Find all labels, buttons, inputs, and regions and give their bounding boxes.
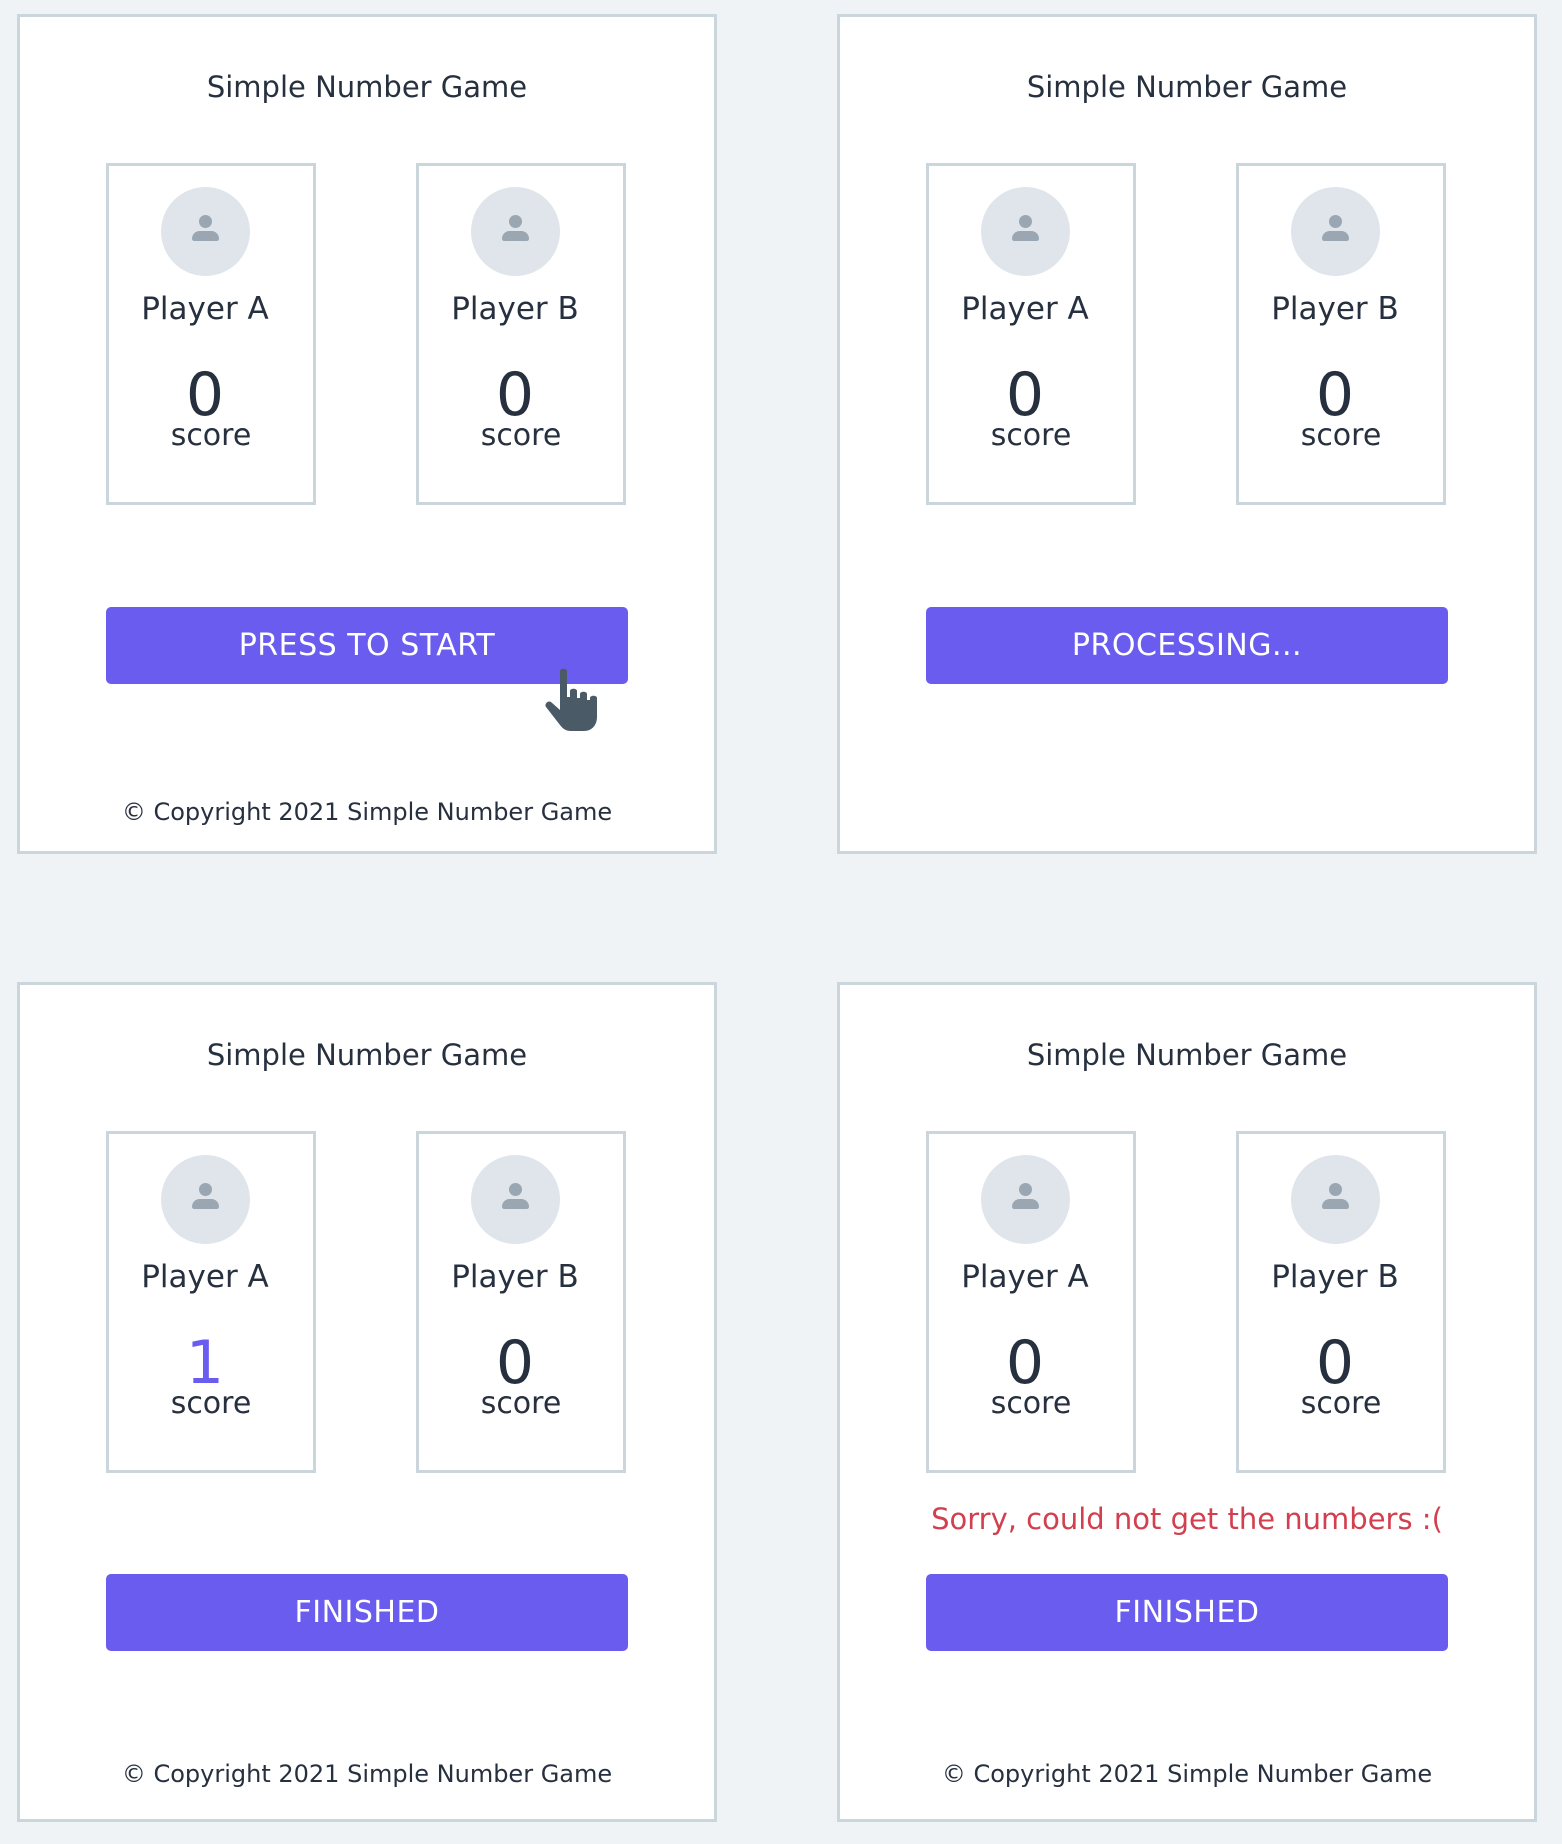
game-title: Simple Number Game bbox=[206, 70, 528, 104]
user-avatar-icon bbox=[161, 187, 250, 276]
player-name: Player A bbox=[961, 291, 1089, 327]
score-label: score bbox=[170, 418, 252, 453]
player-card-b: Player B 0 score bbox=[416, 163, 626, 505]
finished-button[interactable]: FINISHED bbox=[926, 1574, 1448, 1651]
user-avatar-icon bbox=[981, 187, 1070, 276]
player-name: Player A bbox=[961, 1259, 1089, 1295]
player-card-b: Player B 0 score bbox=[1236, 1131, 1446, 1473]
score-label: score bbox=[1300, 1386, 1382, 1421]
player-card-b: Player B 0 score bbox=[1236, 163, 1446, 505]
game-panel-finished: Simple Number Game Player A 1 score Play… bbox=[17, 982, 717, 1822]
copyright-footer: © Copyright 2021 Simple Number Game bbox=[941, 1760, 1433, 1788]
player-name: Player B bbox=[451, 291, 579, 327]
game-title: Simple Number Game bbox=[1026, 1038, 1348, 1072]
user-avatar-icon bbox=[1291, 1155, 1380, 1244]
user-avatar-icon bbox=[981, 1155, 1070, 1244]
game-title: Simple Number Game bbox=[1026, 70, 1348, 104]
user-avatar-icon bbox=[471, 1155, 560, 1244]
score-label: score bbox=[480, 418, 562, 453]
player-card-a: Player A 0 score bbox=[106, 163, 316, 505]
score-label: score bbox=[480, 1386, 562, 1421]
player-name: Player B bbox=[1271, 1259, 1399, 1295]
game-panel-error: Simple Number Game Player A 0 score Play… bbox=[837, 982, 1537, 1822]
player-card-a: Player A 0 score bbox=[926, 1131, 1136, 1473]
score-label: score bbox=[170, 1386, 252, 1421]
copyright-footer: © Copyright 2021 Simple Number Game bbox=[121, 798, 613, 826]
player-card-a: Player A 1 score bbox=[106, 1131, 316, 1473]
score-label: score bbox=[1300, 418, 1382, 453]
player-name: Player A bbox=[141, 291, 269, 327]
game-panel-processing: Simple Number Game Player A 0 score Play… bbox=[837, 14, 1537, 854]
user-avatar-icon bbox=[471, 187, 560, 276]
game-panel-start: Simple Number Game Player A 0 score Play… bbox=[17, 14, 717, 854]
user-avatar-icon bbox=[161, 1155, 250, 1244]
error-message: Sorry, could not get the numbers :( bbox=[931, 1502, 1443, 1536]
user-avatar-icon bbox=[1291, 187, 1380, 276]
player-name: Player A bbox=[141, 1259, 269, 1295]
hand-pointer-icon bbox=[545, 668, 597, 731]
player-card-a: Player A 0 score bbox=[926, 163, 1136, 505]
player-name: Player B bbox=[451, 1259, 579, 1295]
processing-button[interactable]: PROCESSING... bbox=[926, 607, 1448, 684]
player-card-b: Player B 0 score bbox=[416, 1131, 626, 1473]
score-label: score bbox=[990, 418, 1072, 453]
finished-button[interactable]: FINISHED bbox=[106, 1574, 628, 1651]
player-name: Player B bbox=[1271, 291, 1399, 327]
game-title: Simple Number Game bbox=[206, 1038, 528, 1072]
copyright-footer: © Copyright 2021 Simple Number Game bbox=[121, 1760, 613, 1788]
score-label: score bbox=[990, 1386, 1072, 1421]
